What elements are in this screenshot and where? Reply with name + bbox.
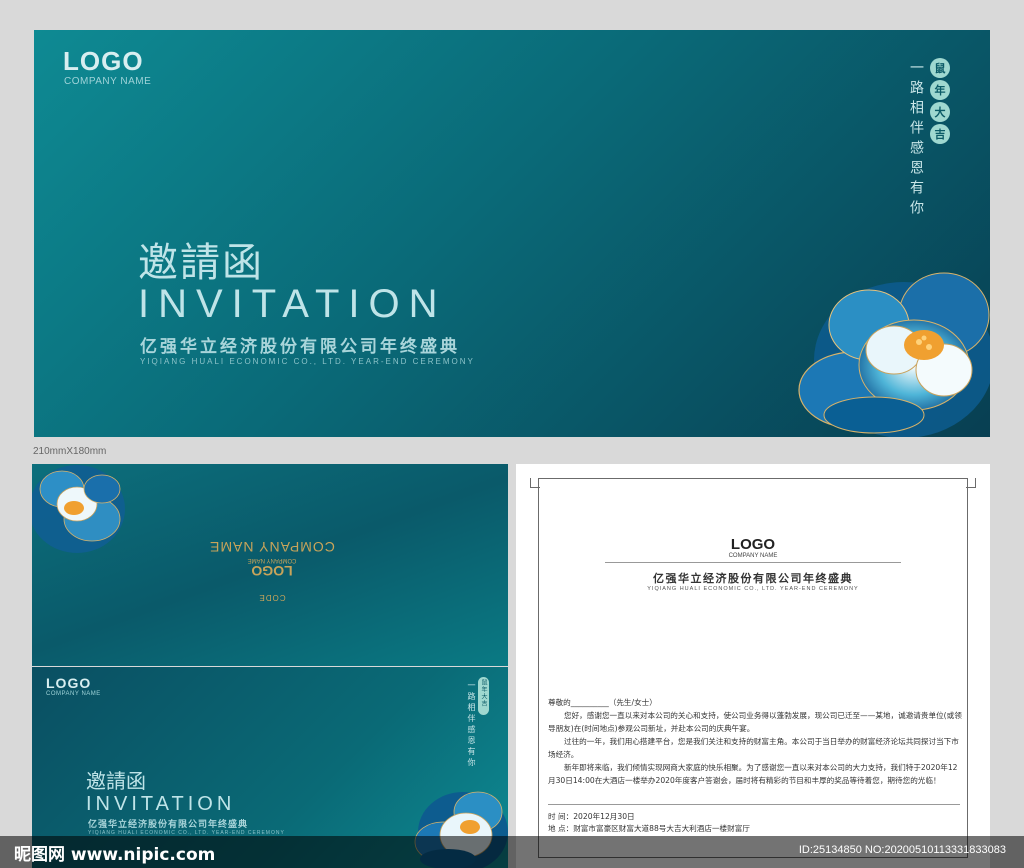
cover-title-cn: 邀請函 xyxy=(138,240,264,286)
letter-frame xyxy=(538,478,968,858)
inner-company-name: COMPANY NAME xyxy=(728,553,778,559)
inner-title-cn: 亿强华立经济股份有限公司年终盛典 xyxy=(653,572,853,585)
badge-char: 吉 xyxy=(930,124,950,144)
frame-corner xyxy=(530,478,540,488)
back-logo-block: CODE LOGO COMPANY NAME COMPANY NAME xyxy=(207,530,337,602)
inner-letter-card: LOGO COMPANY NAME 亿强华立经济股份有限公司年终盛典 YIQIA… xyxy=(516,464,990,868)
front-company-name: COMPANY NAME xyxy=(46,691,101,697)
cover-logo: LOGO xyxy=(63,46,144,76)
watermark-id: ID:25134850 NO:20200510113331833083 xyxy=(798,844,1006,856)
cover-title-en: INVITATION xyxy=(138,282,447,326)
inner-logo: LOGO xyxy=(730,536,776,553)
cover-company-name: COMPANY NAME xyxy=(64,76,152,87)
letter-paragraph: 您好，感谢您一直以来对本公司的关心和支持，使公司业务得以蓬勃发展，现公司已迁至—… xyxy=(548,711,962,733)
back-company-name: COMPANY NAME xyxy=(209,539,335,555)
front-subtitle-cn: 亿强华立经济股份有限公司年终盛典 xyxy=(88,820,249,830)
badge-char: 鼠 xyxy=(930,58,950,78)
back-code-text: CODE xyxy=(258,593,286,602)
watermark-site: 昵图网 www.nipic.com xyxy=(14,845,216,865)
cover-subtitle-cn: 亿强华立经济股份有限公司年终盛典 xyxy=(140,337,460,357)
badge-char: 大 xyxy=(930,102,950,122)
front-title-cn: 邀請函 xyxy=(86,769,146,793)
size-label: 210mmX180mm xyxy=(33,446,107,457)
front-vertical-text: 一路相伴感恩有你 xyxy=(467,681,476,769)
letter-divider xyxy=(548,804,960,805)
cover-card: LOGO COMPANY NAME 一路相伴感恩有你 鼠 年 大 吉 邀請函 I… xyxy=(34,30,990,437)
frame-corner xyxy=(966,478,976,488)
letter-paragraph: 过往的一年，我们用心搭建平台，您是我们关注和支持的财富主角。本公司于当日举办的财… xyxy=(548,737,959,759)
front-badge: 鼠年大吉 xyxy=(478,677,489,715)
front-logo: LOGO xyxy=(46,675,92,691)
cover-badge: 鼠 年 大 吉 xyxy=(930,58,950,144)
letter-greeting: 尊敬的__________（先生/女士） xyxy=(548,698,657,707)
back-company-name-small: COMPANY NAME xyxy=(247,557,297,563)
peony-flower-icon xyxy=(32,465,125,553)
cover-subtitle-en: YIQIANG HUALI ECONOMIC CO., LTD. YEAR-EN… xyxy=(140,357,475,366)
back-card: CODE LOGO COMPANY NAME COMPANY NAME xyxy=(32,464,508,666)
front-title-en: INVITATION xyxy=(86,793,236,815)
peony-flower-icon xyxy=(798,272,990,437)
letter-paragraph: 新年即将来临，我们倾情实现网商大家庭的快乐相聚。为了感谢您一直以来对本公司的大力… xyxy=(548,763,958,785)
letter-place: 地 点：财富市富豪区财富大道88号大吉大利酒店一楼财富厅 xyxy=(548,824,750,833)
badge-char: 年 xyxy=(930,80,950,100)
cover-vertical-text: 一路相伴感恩有你 xyxy=(908,60,924,220)
inner-divider xyxy=(605,562,901,563)
back-logo: LOGO xyxy=(251,563,293,579)
inner-title-en: YIQIANG HUALI ECONOMIC CO., LTD. YEAR-EN… xyxy=(647,586,859,592)
